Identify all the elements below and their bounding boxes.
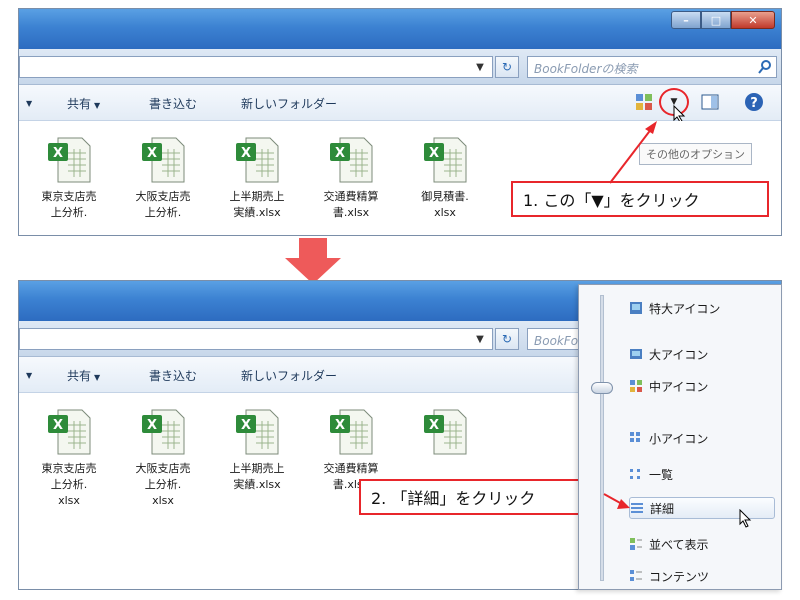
annotation-arrow-2 [603,493,630,509]
